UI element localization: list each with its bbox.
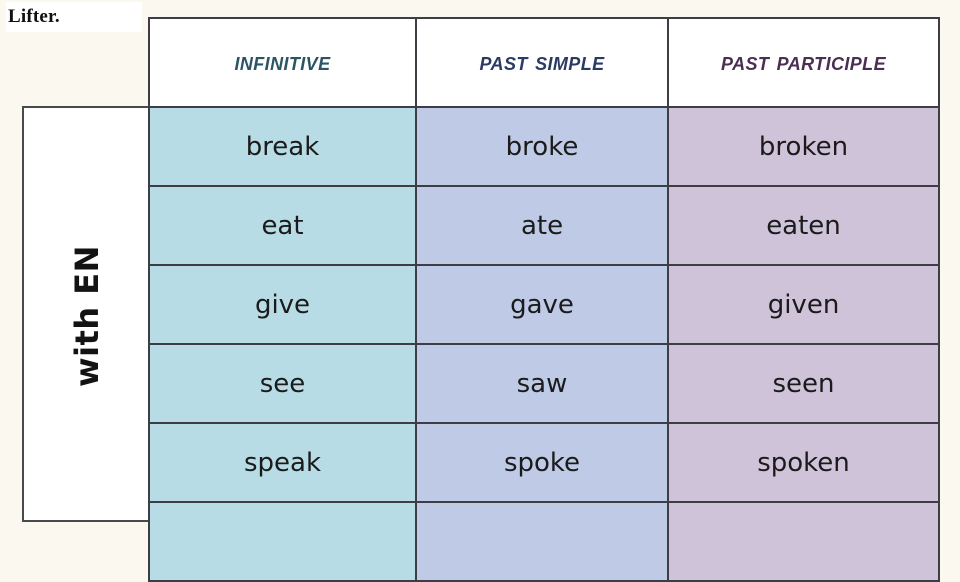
table-row-partial xyxy=(148,501,940,582)
table-row: give gave given xyxy=(148,264,940,345)
table-row: break broke broken xyxy=(148,106,940,187)
column-header-past-participle-label: Past Participle xyxy=(721,48,886,76)
column-header-past-simple: Past Simple xyxy=(415,17,669,108)
group-label-rotated: with EN xyxy=(24,108,148,520)
verb-columns: Infinitive Past Simple Past Participle b… xyxy=(148,17,940,582)
header-row: Infinitive Past Simple Past Participle xyxy=(148,17,940,108)
column-header-past-simple-label: Past Simple xyxy=(479,48,605,76)
group-label-text: with EN xyxy=(68,245,107,387)
verb-grid: Infinitive Past Simple Past Participle b… xyxy=(148,17,940,582)
table-row: see saw seen xyxy=(148,343,940,424)
cell-past-participle: broken xyxy=(667,106,940,187)
cell-past-simple: gave xyxy=(415,264,669,345)
cell-past-participle: given xyxy=(667,264,940,345)
cell-past-simple: broke xyxy=(415,106,669,187)
cell-infinitive: speak xyxy=(148,422,417,503)
cell-past-participle: spoken xyxy=(667,422,940,503)
group-label-cell: with EN xyxy=(22,106,148,522)
cell-infinitive: see xyxy=(148,343,417,424)
cell-infinitive xyxy=(148,501,417,582)
column-header-infinitive: Infinitive xyxy=(148,17,417,108)
table-row: speak spoke spoken xyxy=(148,422,940,503)
table-head: Infinitive Past Simple Past Participle xyxy=(148,17,940,108)
cell-past-simple: spoke xyxy=(415,422,669,503)
table-body: break broke broken eat ate eaten give ga… xyxy=(148,106,940,582)
cell-past-simple: saw xyxy=(415,343,669,424)
page-root: Lifter. with EN Infinitive xyxy=(0,0,960,582)
column-header-infinitive-label: Infinitive xyxy=(234,48,331,76)
cell-infinitive: eat xyxy=(148,185,417,266)
cell-infinitive: give xyxy=(148,264,417,345)
cell-past-participle xyxy=(667,501,940,582)
cell-past-participle: eaten xyxy=(667,185,940,266)
irregular-verbs-table: with EN Infinitive Past Simple xyxy=(22,17,940,582)
column-header-past-participle: Past Participle xyxy=(667,17,940,108)
table-row: eat ate eaten xyxy=(148,185,940,266)
cell-past-participle: seen xyxy=(667,343,940,424)
cell-infinitive: break xyxy=(148,106,417,187)
cell-past-simple: ate xyxy=(415,185,669,266)
cell-past-simple xyxy=(415,501,669,582)
